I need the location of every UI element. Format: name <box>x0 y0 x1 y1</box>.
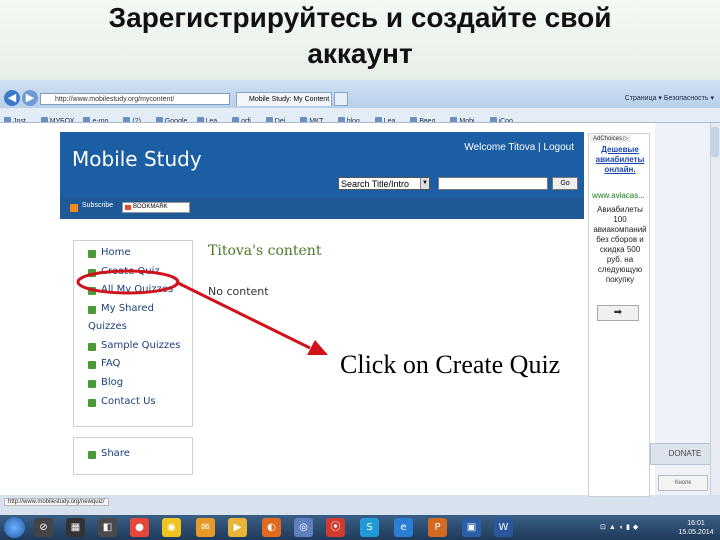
powerpoint-icon[interactable]: P <box>428 518 447 537</box>
clock-time: 16:01 <box>687 520 705 527</box>
windows-taskbar: ⊘ ▦ ◧ ● ◉ ✉ ▶ ◐ ◎ ⦿ S e P ▣ W ⊡▲◖▮◆ 16:0… <box>0 515 720 540</box>
app-icon[interactable]: ⦿ <box>326 518 345 537</box>
firefox-icon[interactable]: ◐ <box>262 518 281 537</box>
clock-date: 15.05.2014 <box>678 529 714 536</box>
app-icon[interactable]: ◧ <box>98 518 117 537</box>
internet-explorer-icon[interactable]: e <box>394 518 413 537</box>
annotation-overlay <box>76 269 328 355</box>
skype-icon[interactable]: S <box>360 518 379 537</box>
app-icon[interactable]: ▦ <box>66 518 85 537</box>
highlight-ellipse <box>76 269 180 295</box>
system-tray[interactable]: ⊡▲◖▮◆ <box>600 523 641 531</box>
app-icon[interactable]: ⊘ <box>34 518 53 537</box>
start-button[interactable] <box>4 517 25 538</box>
callout-text: Click on Create Quiz <box>340 350 561 379</box>
chrome-icon[interactable]: ● <box>130 518 149 537</box>
clock[interactable]: 16:01 15.05.2014 <box>676 519 716 537</box>
app-icon[interactable]: ◎ <box>294 518 313 537</box>
app-icon[interactable]: ✉ <box>196 518 215 537</box>
app-icon[interactable]: ◉ <box>162 518 181 537</box>
media-icon[interactable]: ▶ <box>228 518 247 537</box>
app-icon[interactable]: ▣ <box>462 518 481 537</box>
annotation-arrow <box>175 280 311 350</box>
word-icon[interactable]: W <box>494 518 513 537</box>
